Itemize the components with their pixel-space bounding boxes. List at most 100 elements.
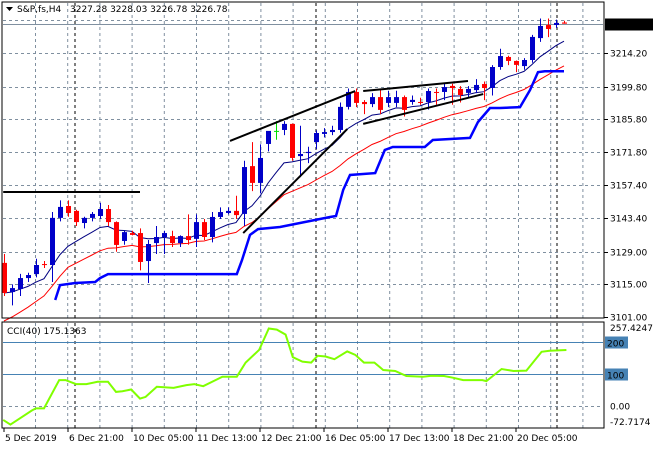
- candle-body: [354, 91, 359, 103]
- candle-body: [98, 209, 103, 217]
- candle-body: [290, 123, 295, 158]
- candle-body: [386, 97, 391, 103]
- candle-body: [186, 236, 191, 241]
- candle-body: [170, 236, 175, 244]
- triangle-down-icon[interactable]: [6, 7, 13, 11]
- candle-body: [402, 97, 407, 110]
- candle-body: [250, 166, 255, 183]
- price-label: 3101.00: [610, 314, 647, 324]
- candle-body: [298, 153, 303, 157]
- candle-body: [266, 130, 271, 144]
- candle-body: [466, 88, 471, 93]
- time-label: 5 Dec 2019: [5, 434, 57, 444]
- time-label: 17 Dec 13:00: [389, 434, 450, 444]
- candle-body: [90, 213, 95, 218]
- candle-body: [458, 88, 463, 95]
- candle-body: [50, 217, 55, 265]
- price-label: 3115.00: [610, 281, 647, 291]
- candle-body: [426, 91, 431, 102]
- ohlc-readout: 3227.28 3228.03 3226.78 3226.78: [70, 5, 228, 15]
- time-label: 20 Dec 05:00: [517, 434, 578, 444]
- candle-body: [162, 233, 167, 238]
- cci-level-label: 200: [607, 340, 624, 350]
- candle-body: [378, 97, 383, 110]
- candle-body: [506, 56, 511, 61]
- candle-body: [418, 101, 423, 103]
- candle-body: [314, 132, 319, 143]
- candle-body: [330, 129, 335, 133]
- candle-body: [130, 233, 135, 235]
- cci-axis-label: -72.7174: [610, 418, 651, 428]
- candle-body: [490, 67, 495, 88]
- candle-body: [442, 87, 447, 92]
- cci-levels: [3, 342, 603, 407]
- candle-body: [274, 130, 279, 132]
- candle-body: [242, 167, 247, 214]
- candle-body: [482, 84, 487, 88]
- candle-body: [434, 91, 439, 93]
- candle-body: [210, 216, 215, 238]
- cci-axis-label: 0.00: [610, 403, 630, 413]
- price-chart[interactable]: 3214.20 3199.80 3185.80 3171.80 3157.40 3143.…: [0, 0, 660, 450]
- candle-body: [66, 205, 71, 213]
- time-label: 6 Dec 21:00: [69, 434, 124, 444]
- time-label: 11 Dec 13:00: [197, 434, 258, 444]
- candle-body: [370, 97, 375, 105]
- candle-body: [498, 56, 503, 68]
- candle-body: [514, 60, 519, 65]
- candle-body: [146, 244, 151, 262]
- candle-body: [322, 132, 327, 134]
- price-label: 3199.80: [610, 84, 647, 94]
- price-label: 3157.40: [610, 182, 647, 192]
- price-label: 3129.00: [610, 249, 647, 259]
- candle-body: [74, 210, 79, 223]
- candle-body: [410, 99, 415, 102]
- price-label: 3185.80: [610, 116, 647, 126]
- candle-body: [2, 262, 7, 293]
- candle-body: [562, 22, 567, 24]
- time-label: 16 Dec 05:00: [325, 434, 386, 444]
- candle-body: [122, 232, 127, 241]
- price-label: 3143.40: [610, 215, 647, 225]
- candle-body: [306, 151, 311, 154]
- price-label: 3171.80: [610, 149, 647, 159]
- symbol-label: S&P,fs,H4: [17, 5, 62, 15]
- candle-body: [474, 84, 479, 91]
- candle-body: [10, 288, 15, 293]
- time-label: 12 Dec 21:00: [261, 434, 322, 444]
- candle-body: [554, 22, 559, 26]
- candle-body: [218, 212, 223, 217]
- candle-body: [258, 157, 263, 183]
- candle-body: [106, 209, 111, 223]
- candle-body: [26, 275, 31, 279]
- candle-body: [114, 222, 119, 245]
- current-price-label: 3226.78: [608, 22, 645, 32]
- candle-body: [538, 25, 543, 39]
- chart-series: [2, 40, 567, 426]
- candles: [2, 18, 567, 306]
- ma-fast-line: [3, 40, 565, 294]
- axes: 3214.20 3199.80 3185.80 3171.80 3157.40 3143.…: [3, 18, 653, 444]
- candle-body: [154, 237, 159, 244]
- candle-body: [234, 210, 239, 216]
- candle-body: [202, 222, 207, 238]
- candle-body: [138, 233, 143, 262]
- time-label: 10 Dec 05:00: [133, 434, 194, 444]
- cci-axis-label: 257.4247: [610, 324, 653, 334]
- candle-body: [178, 236, 183, 244]
- candle-body: [42, 264, 47, 266]
- candle-body: [338, 106, 343, 130]
- time-label: 18 Dec 21:00: [453, 434, 514, 444]
- cci-label: CCI(40) 175.1363: [7, 327, 87, 337]
- cci-level-label: 100: [607, 372, 624, 382]
- candle-body: [18, 278, 23, 290]
- candle-body: [450, 85, 455, 88]
- candle-body: [194, 222, 199, 239]
- candle-body: [394, 97, 399, 103]
- candle-body: [82, 217, 87, 224]
- candle-body: [522, 60, 527, 67]
- candle-body: [546, 25, 551, 29]
- price-label: 3214.20: [610, 50, 647, 60]
- candle-body: [282, 123, 287, 130]
- candle-body: [226, 210, 231, 213]
